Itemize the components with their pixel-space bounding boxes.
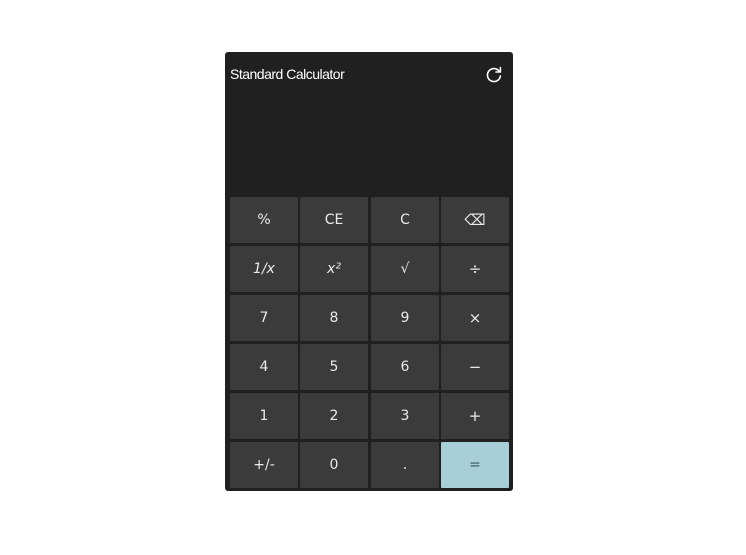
multiply-button[interactable]: × <box>441 295 509 341</box>
divide-button[interactable]: ÷ <box>441 246 509 292</box>
equals-button[interactable]: = <box>441 442 509 488</box>
digit-5-button[interactable]: 5 <box>300 344 368 390</box>
square-root-button[interactable]: √ <box>371 246 439 292</box>
clear-button[interactable]: C <box>371 197 439 243</box>
negate-button[interactable]: +/- <box>230 442 298 488</box>
digit-0-button[interactable]: 0 <box>300 442 368 488</box>
calculator-title: Standard Calculator <box>230 66 345 82</box>
subtract-button[interactable]: − <box>441 344 509 390</box>
add-button[interactable]: + <box>441 393 509 439</box>
digit-8-button[interactable]: 8 <box>300 295 368 341</box>
square-button[interactable]: x² <box>300 246 368 292</box>
digit-9-button[interactable]: 9 <box>371 295 439 341</box>
digit-1-button[interactable]: 1 <box>230 393 298 439</box>
calculator-header: Standard Calculator <box>225 52 513 96</box>
clear-entry-button[interactable]: CE <box>300 197 368 243</box>
refresh-icon[interactable] <box>483 64 505 86</box>
calculator-window: Standard Calculator 0 % CE C ⌫ 1/x x² √ … <box>225 52 513 491</box>
percent-button[interactable]: % <box>230 197 298 243</box>
decimal-button[interactable]: . <box>371 442 439 488</box>
digit-7-button[interactable]: 7 <box>230 295 298 341</box>
digit-6-button[interactable]: 6 <box>371 344 439 390</box>
keypad: % CE C ⌫ 1/x x² √ ÷ 7 8 9 × 4 5 6 − 1 2 … <box>229 197 509 489</box>
digit-2-button[interactable]: 2 <box>300 393 368 439</box>
backspace-button[interactable]: ⌫ <box>441 197 509 243</box>
reciprocal-button[interactable]: 1/x <box>230 246 298 292</box>
digit-3-button[interactable]: 3 <box>371 393 439 439</box>
digit-4-button[interactable]: 4 <box>230 344 298 390</box>
